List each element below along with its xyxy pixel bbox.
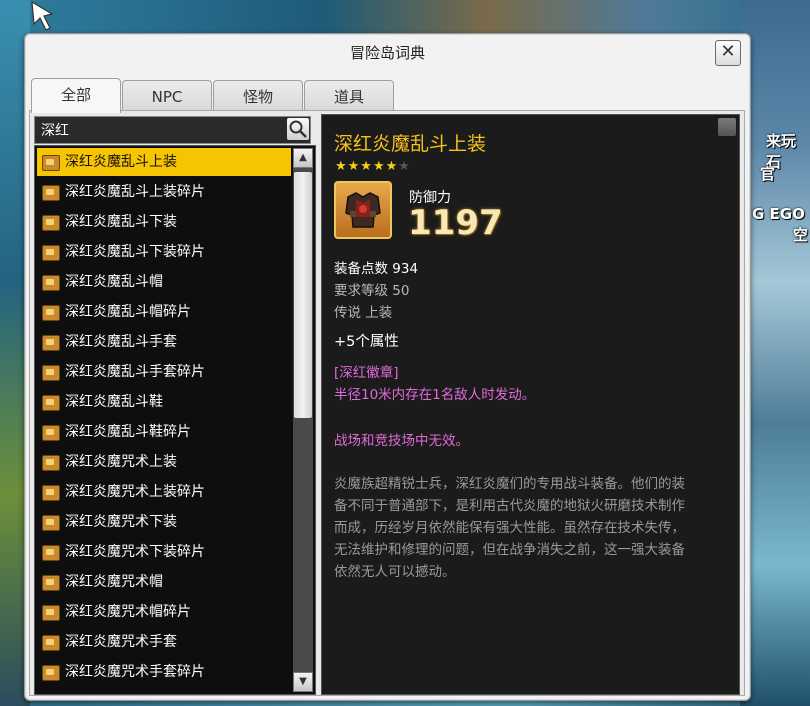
chest-icon: [42, 395, 60, 411]
list-item-label: 深红炎魔乱斗上装碎片: [65, 184, 205, 200]
list-item[interactable]: 深红炎魔乱斗手套碎片: [37, 358, 291, 386]
chest-icon: [42, 335, 60, 351]
chest-icon: [42, 455, 60, 471]
list-item[interactable]: 深红炎魔咒术手套碎片: [37, 658, 291, 686]
list-item-label: 深红炎魔乱斗手套碎片: [65, 364, 205, 380]
item-detail-panel: 深红炎魔乱斗上装 ★★★★★★ 防御力 1197 装备点数 934 要求等级 5…: [321, 114, 740, 695]
set-name: [深红徽章]: [334, 365, 399, 381]
list-item[interactable]: 深红炎魔乱斗上装: [37, 148, 291, 176]
list-item[interactable]: 深红炎魔乱斗鞋: [37, 388, 291, 416]
equip-points: 装备点数 934: [334, 261, 419, 277]
star-rating: ★★★★★★: [335, 159, 411, 174]
rarity-type: 传说 上装: [334, 305, 393, 321]
search-input[interactable]: [39, 118, 283, 142]
required-level: 要求等级 50: [334, 283, 410, 299]
search-box: [34, 116, 311, 144]
chest-icon: [42, 305, 60, 321]
mouse-cursor-icon: [31, 0, 54, 31]
chest-icon: [42, 425, 60, 441]
list-item-label: 深红炎魔咒术下装: [65, 514, 177, 530]
chest-icon: [42, 515, 60, 531]
list-item[interactable]: 深红炎魔乱斗手套: [37, 328, 291, 356]
tab-all[interactable]: 全部: [31, 78, 121, 113]
search-icon[interactable]: [287, 118, 309, 140]
list-item[interactable]: 深红炎魔乱斗鞋碎片: [37, 418, 291, 446]
window-title: 冒险岛词典: [349, 44, 425, 62]
list-item[interactable]: 深红炎魔乱斗下装: [37, 208, 291, 236]
dictionary-window: 冒险岛词典 ✕ 全部 NPC 怪物 道具 深红炎魔乱斗上装深红炎魔乱斗上装碎片深…: [24, 33, 751, 701]
list-item[interactable]: 深红炎魔乱斗帽碎片: [37, 298, 291, 326]
tab-npc[interactable]: NPC: [122, 80, 212, 113]
chest-icon: [42, 155, 60, 171]
chest-icon: [42, 605, 60, 621]
item-name: 深红炎魔乱斗上装: [334, 133, 487, 155]
list-item[interactable]: 深红炎魔乱斗下装碎片: [37, 238, 291, 266]
list-item-label: 深红炎魔乱斗帽碎片: [65, 304, 191, 320]
scroll-up-icon[interactable]: ▲: [293, 148, 313, 168]
scene-text-2: G EGO: [752, 205, 805, 223]
list-item-label: 深红炎魔乱斗上装: [65, 154, 177, 170]
chest-icon: [42, 215, 60, 231]
scene-text-4: 官: [760, 165, 776, 183]
list-item-label: 深红炎魔乱斗下装: [65, 214, 177, 230]
set-note: 战场和竞技场中无效。: [334, 433, 469, 449]
set-effect: 半径10米内存在1名敌人时发动。: [334, 387, 536, 403]
result-list: 深红炎魔乱斗上装深红炎魔乱斗上装碎片 深红炎魔乱斗下装深红炎魔乱斗下装碎片 深红炎魔…: [34, 145, 316, 695]
chest-icon: [42, 635, 60, 651]
list-item-label: 深红炎魔咒术帽: [65, 574, 163, 590]
scroll-thumb[interactable]: [294, 172, 312, 418]
list-item[interactable]: 深红炎魔咒术下装: [37, 508, 291, 536]
chest-icon: [42, 365, 60, 381]
chest-icon: [42, 275, 60, 291]
list-item[interactable]: 深红炎魔乱斗帽: [37, 268, 291, 296]
list-item-label: 深红炎魔咒术下装碎片: [65, 544, 205, 560]
list-item-label: 深红炎魔乱斗下装碎片: [65, 244, 205, 260]
list-item-label: 深红炎魔咒术上装: [65, 454, 177, 470]
game-scene-top: [0, 0, 810, 36]
list-item[interactable]: 深红炎魔咒术上装: [37, 448, 291, 476]
list-item-label: 深红炎魔乱斗手套: [65, 334, 177, 350]
chest-icon: [42, 245, 60, 261]
tab-item[interactable]: 道具: [304, 80, 394, 113]
item-description: 炎魔族超精锐士兵，深红炎魔们的专用战斗装备。他们的装备不同于普通部下，是利用古代…: [334, 476, 685, 580]
list-item-label: 深红炎魔咒术帽碎片: [65, 604, 191, 620]
scroll-down-icon[interactable]: ▼: [293, 672, 313, 692]
list-item-label: 深红炎魔乱斗鞋: [65, 394, 163, 410]
tab-monster[interactable]: 怪物: [213, 80, 303, 113]
armor-item-icon: [334, 181, 392, 239]
chest-icon: [42, 575, 60, 591]
chest-icon: [42, 545, 60, 561]
list-item-label: 深红炎魔乱斗鞋碎片: [65, 424, 191, 440]
stars-filled-icon: ★★★★★: [335, 159, 399, 174]
list-item[interactable]: 深红炎魔咒术手套: [37, 628, 291, 656]
list-item-label: 深红炎魔乱斗帽: [65, 274, 163, 290]
list-item-label: 深红炎魔咒术上装碎片: [65, 484, 205, 500]
chest-icon: [42, 485, 60, 501]
list-item[interactable]: 深红炎魔咒术上装碎片: [37, 478, 291, 506]
close-button[interactable]: ✕: [715, 40, 741, 66]
chest-icon: [42, 185, 60, 201]
stat-value: 1197: [408, 203, 503, 243]
list-item[interactable]: 深红炎魔咒术帽: [37, 568, 291, 596]
attribute-count: +5个属性: [334, 334, 399, 350]
detail-scroll-up-icon[interactable]: [718, 118, 736, 136]
list-scrollbar[interactable]: ▲ ▼: [293, 148, 313, 692]
list-item-label: 深红炎魔咒术手套碎片: [65, 664, 205, 680]
scene-text-3: 空: [793, 226, 809, 244]
list-item-label: 深红炎魔咒术手套: [65, 634, 177, 650]
chest-icon: [42, 665, 60, 681]
stars-empty-icon: ★: [398, 159, 411, 174]
list-item[interactable]: 深红炎魔咒术下装碎片: [37, 538, 291, 566]
list-item[interactable]: 深红炎魔乱斗上装碎片: [37, 178, 291, 206]
list-item[interactable]: 深红炎魔咒术帽碎片: [37, 598, 291, 626]
